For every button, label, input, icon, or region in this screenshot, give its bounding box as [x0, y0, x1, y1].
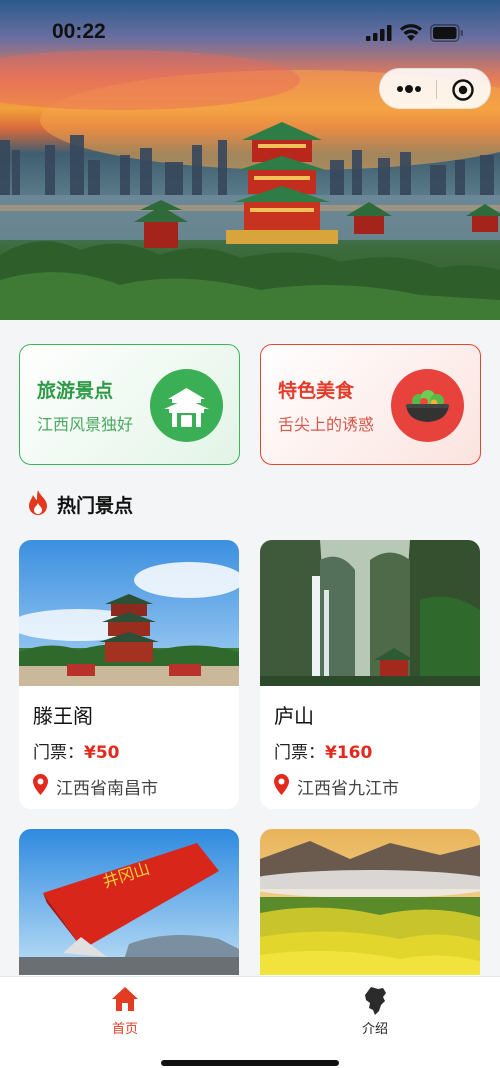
- category-subtitle: 舌尖上的诱惑: [278, 415, 375, 434]
- spot-ticket: 门票：¥50: [33, 738, 120, 763]
- spot-image: [260, 829, 480, 975]
- food-bowl-icon: [391, 369, 464, 442]
- spot-card[interactable]: 滕王阁 门票：¥50 江西省南昌市: [19, 540, 239, 809]
- bottom-tab-bar: 首页 介绍: [0, 976, 500, 1068]
- target-close-icon[interactable]: [451, 78, 475, 102]
- home-indicator: [161, 1060, 339, 1066]
- fire-icon: [29, 490, 47, 515]
- spot-card[interactable]: 井冈山: [19, 829, 239, 989]
- spot-location: 江西省南昌市: [33, 773, 233, 799]
- ticket-label: 门票：: [274, 743, 325, 763]
- miniprogram-capsule: [379, 68, 491, 109]
- home-icon: [112, 987, 138, 1011]
- spot-ticket: 门票：¥160: [274, 738, 372, 763]
- pavilion-icon: [150, 369, 223, 442]
- tab-label: 介绍: [361, 1022, 388, 1037]
- home-screen: 00:22 旅游景点 江西风景独好 特色美食 舌尖上的诱惑 热门景点 滕王阁 门…: [0, 0, 500, 1068]
- status-bar: 00:22: [0, 0, 500, 66]
- spot-card[interactable]: [260, 829, 480, 989]
- spot-image: [19, 540, 239, 686]
- tab-home[interactable]: 首页: [55, 977, 195, 1047]
- location-text: 江西省南昌市: [56, 779, 158, 799]
- tab-label: 首页: [111, 1022, 138, 1037]
- category-title: 旅游景点: [37, 380, 114, 402]
- ticket-label: 门票：: [33, 743, 84, 763]
- capsule-divider: [436, 80, 437, 99]
- spot-image: [260, 540, 480, 686]
- spot-name: 庐山: [274, 704, 314, 728]
- hot-spots-header: 热门景点: [27, 488, 327, 518]
- ticket-price: ¥160: [325, 743, 373, 763]
- location-pin-icon: [33, 774, 48, 795]
- section-title: 热门景点: [57, 495, 134, 517]
- battery-icon: [430, 24, 463, 42]
- ticket-price: ¥50: [84, 743, 120, 763]
- category-subtitle: 江西风景独好: [37, 415, 134, 434]
- wifi-icon: [400, 24, 422, 41]
- spot-location: 江西省九江市: [274, 773, 474, 799]
- category-title: 特色美食: [278, 380, 355, 402]
- spot-name: 滕王阁: [33, 704, 93, 728]
- tab-introduction[interactable]: 介绍: [305, 977, 445, 1047]
- jiangxi-map-icon: [365, 987, 386, 1015]
- category-scenic-spots[interactable]: 旅游景点 江西风景独好: [19, 344, 240, 465]
- spot-image: 井冈山: [19, 829, 239, 975]
- signal-icon: [366, 25, 392, 41]
- spot-card[interactable]: 庐山 门票：¥160 江西省九江市: [260, 540, 480, 809]
- more-dots-icon[interactable]: [394, 78, 424, 100]
- status-time: 00:22: [52, 20, 106, 43]
- category-local-food[interactable]: 特色美食 舌尖上的诱惑: [260, 344, 481, 465]
- location-text: 江西省九江市: [297, 779, 399, 799]
- location-pin-icon: [274, 774, 289, 795]
